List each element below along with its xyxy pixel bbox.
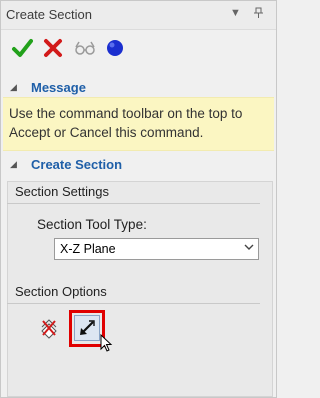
settings-divider xyxy=(7,203,260,204)
panel-titlebar: Create Section ▼ xyxy=(1,1,276,30)
red-x-icon xyxy=(44,39,62,57)
blue-circle-icon xyxy=(107,40,123,56)
section-options-title: Section Options xyxy=(15,284,107,299)
collapse-arrow-icon[interactable]: ◢ xyxy=(10,82,17,93)
dropdown-icon[interactable]: ▼ xyxy=(230,7,241,19)
panel-title: Create Section xyxy=(6,7,92,22)
message-text-line-1: Use the command toolbar on the top to xyxy=(9,106,243,121)
accept-button[interactable] xyxy=(10,36,34,60)
cancel-button[interactable] xyxy=(41,36,65,60)
section-off-icon xyxy=(41,319,57,339)
select-value: X-Z Plane xyxy=(60,242,116,256)
apply-button[interactable] xyxy=(103,36,127,60)
command-toolbar xyxy=(1,30,276,66)
glasses-icon xyxy=(75,41,95,55)
create-section-panel: Create Section ▼ ◢ Message Use the comma… xyxy=(0,0,277,398)
disable-section-button[interactable] xyxy=(36,315,62,341)
green-check-icon xyxy=(12,39,33,57)
pin-icon[interactable] xyxy=(253,7,264,22)
section-settings-title: Section Settings xyxy=(15,184,109,199)
mouse-cursor-icon xyxy=(100,334,113,352)
chevron-down-icon xyxy=(244,242,254,255)
section-tool-type-label: Section Tool Type: xyxy=(37,217,147,232)
message-text-line-2: Accept or Cancel this command. xyxy=(9,125,204,140)
message-header-label: Message xyxy=(31,80,86,95)
options-divider xyxy=(7,303,260,304)
section-tool-type-select[interactable]: X-Z Plane xyxy=(54,238,259,260)
create-section-header-label: Create Section xyxy=(31,157,123,172)
preview-button[interactable] xyxy=(73,36,97,60)
message-section-header[interactable]: ◢ Message xyxy=(1,77,276,99)
collapse-arrow-icon[interactable]: ◢ xyxy=(10,159,17,170)
message-box: Use the command toolbar on the top to Ac… xyxy=(3,97,274,151)
create-section-header[interactable]: ◢ Create Section xyxy=(1,154,276,176)
